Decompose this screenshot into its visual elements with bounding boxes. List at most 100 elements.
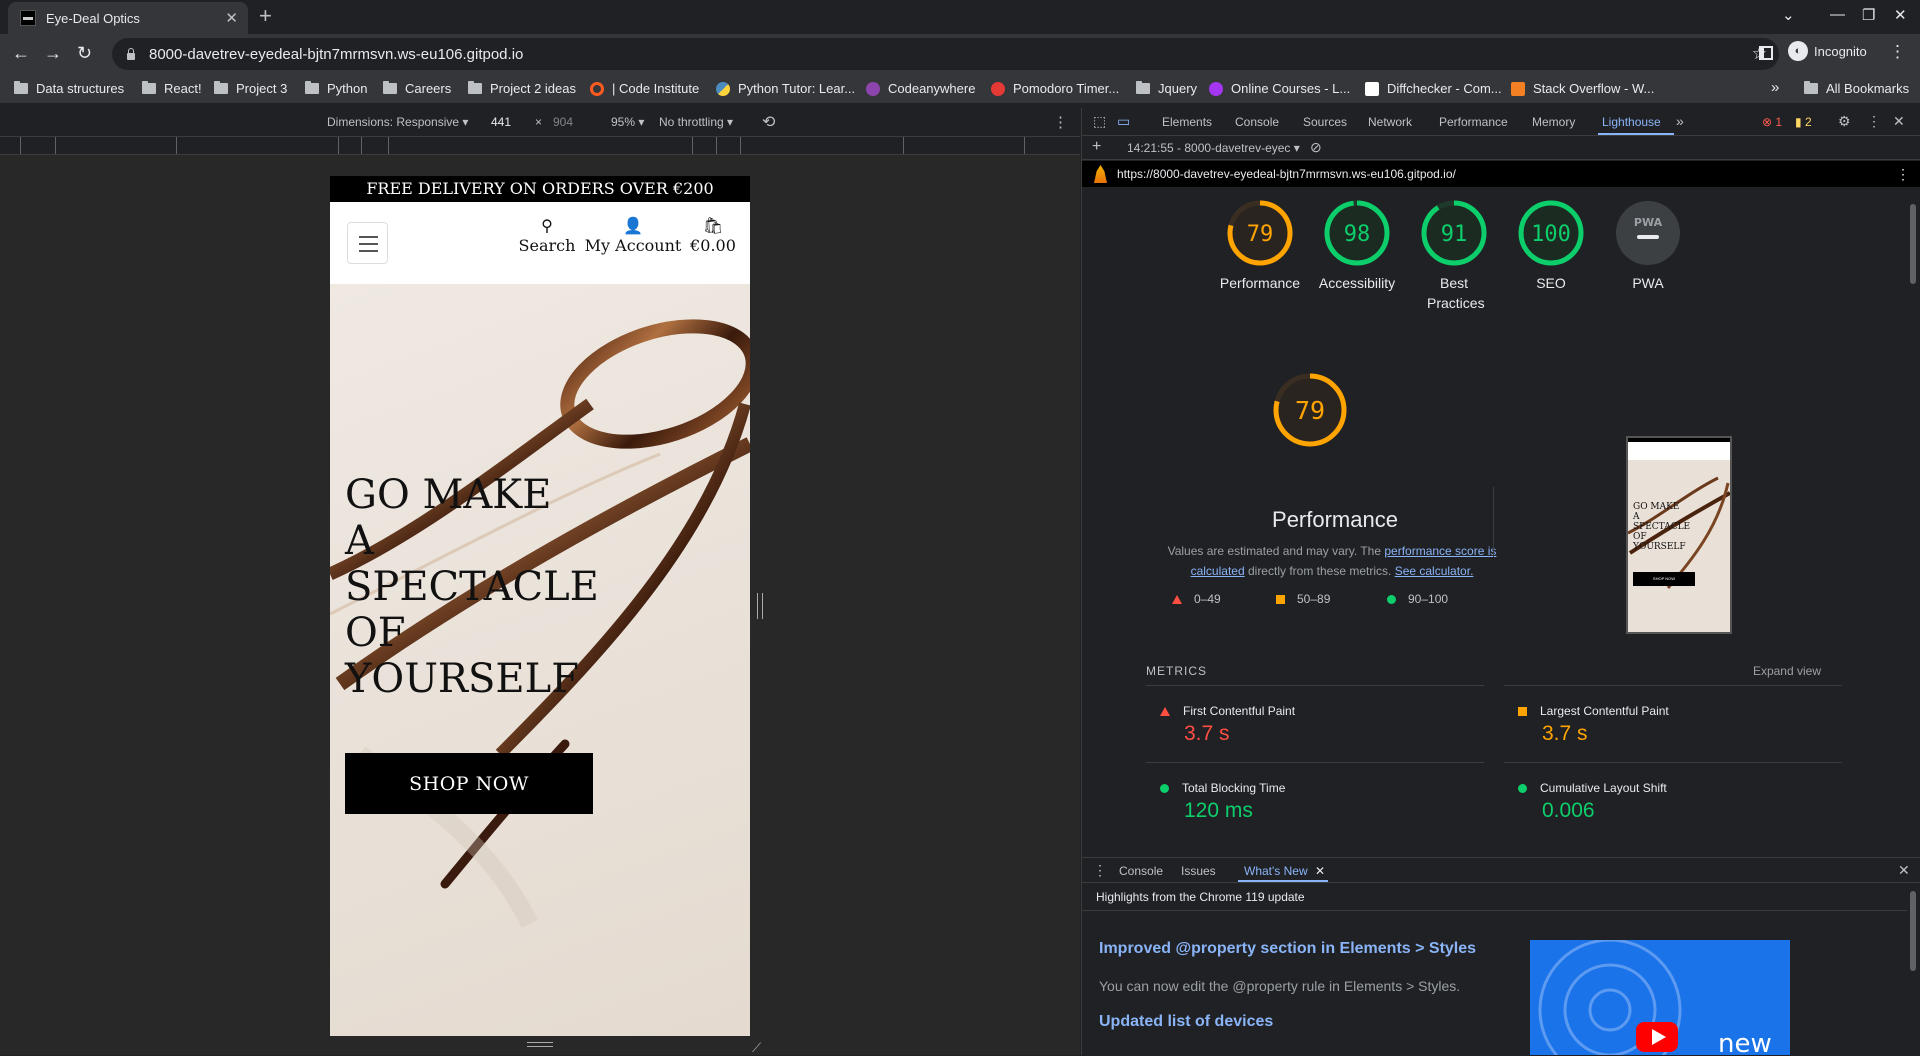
bookmark-online-courses[interactable]: Online Courses - L... (1209, 81, 1350, 96)
codeanywhere-icon (866, 81, 880, 96)
new-tab-button[interactable]: + (259, 5, 272, 27)
tab-lighthouse[interactable]: Lighthouse (1602, 115, 1661, 129)
bookmark-data-structures[interactable]: Data structures (14, 81, 124, 96)
restore-icon[interactable]: ❐ (1862, 6, 1875, 24)
bookmarks-overflow-button[interactable]: » (1771, 79, 1779, 96)
bookmark-python[interactable]: Python (305, 81, 367, 96)
tab-performance[interactable]: Performance (1439, 115, 1508, 129)
tab-elements[interactable]: Elements (1162, 115, 1212, 129)
menu-toggle-button[interactable] (347, 222, 388, 264)
close-whats-new-icon[interactable]: ✕ (1315, 864, 1325, 878)
shop-now-button[interactable]: SHOP NOW (345, 753, 593, 814)
tab-search-chevron-icon[interactable]: ⌄ (1782, 6, 1795, 24)
minimize-icon[interactable]: — (1830, 6, 1845, 23)
close-devtools-icon[interactable]: ✕ (1893, 113, 1905, 130)
metric-label: Cumulative Layout Shift (1540, 781, 1667, 795)
throttling-select[interactable]: No throttling ▾ (659, 115, 733, 129)
bookmark-careers[interactable]: Careers (383, 81, 451, 96)
more-tabs-icon[interactable]: » (1676, 113, 1684, 129)
inspect-element-icon[interactable]: ⬚ (1093, 113, 1106, 130)
metric-label: First Contentful Paint (1183, 704, 1296, 718)
error-count-badge[interactable]: ⊗ 1 (1762, 115, 1782, 129)
report-selector[interactable]: 14:21:55 - 8000-davetrev-eyec ▾ (1127, 141, 1300, 155)
bookmark-pomodoro[interactable]: Pomodoro Timer... (991, 81, 1119, 96)
bookmark-jquery[interactable]: Jquery (1136, 81, 1197, 96)
bookmark-react[interactable]: React! (142, 81, 202, 96)
address-url[interactable]: 8000-davetrev-eyedeal-bjtn7mrmsvn.ws-eu1… (149, 46, 523, 63)
drawer-menu-icon[interactable]: ⋮ (1093, 862, 1107, 879)
incognito-profile[interactable]: ◐ Incognito (1788, 41, 1867, 61)
viewport-resize-handle-bottom[interactable] (527, 1042, 553, 1047)
hamburger-icon (359, 236, 378, 238)
side-panel-icon[interactable] (1759, 46, 1773, 60)
metric-label: Total Blocking Time (1182, 781, 1286, 795)
device-toggle-icon[interactable]: ▭ (1117, 113, 1130, 130)
device-toolbar: Dimensions: Responsive ▾ 441 × 904 95% ▾… (0, 108, 1080, 136)
devtools-menu-icon[interactable]: ⋮ (1867, 113, 1881, 130)
gauge-seo[interactable]: 100 SEO (1502, 199, 1600, 293)
drawer-scrollbar[interactable] (1909, 886, 1917, 1055)
expand-view-toggle[interactable]: Expand view (1753, 664, 1821, 678)
my-account-link[interactable]: 👤 My Account (583, 216, 683, 255)
bookmark-python-tutor[interactable]: Python Tutor: Lear... (716, 81, 855, 96)
all-bookmarks[interactable]: All Bookmarks (1804, 81, 1909, 96)
media-query-bar[interactable] (0, 136, 1080, 155)
performance-title: Performance (1272, 507, 1398, 532)
bag-link[interactable]: 🛍 €0.00 (688, 216, 738, 255)
back-icon[interactable]: ← (12, 42, 30, 64)
search-label: Search (518, 236, 576, 255)
whats-new-item-title[interactable]: Improved @property section in Elements >… (1099, 940, 1476, 958)
gauge-label: PWA (1632, 275, 1664, 291)
folder-icon (142, 81, 156, 94)
final-screenshot-thumbnail[interactable]: GO MAKE A SPECTACLE OF YOURSELF SHOP NOW (1626, 436, 1732, 634)
browser-tab[interactable]: Eye-Deal Optics ✕ (8, 2, 248, 34)
viewport-resize-corner-icon[interactable]: ⟋ (752, 1040, 761, 1056)
width-input[interactable]: 441 (491, 115, 511, 129)
close-tab-icon[interactable]: ✕ (225, 9, 238, 27)
height-input[interactable]: 904 (553, 115, 573, 129)
address-bar[interactable]: 8000-davetrev-eyedeal-bjtn7mrmsvn.ws-eu1… (112, 38, 1779, 70)
gauge-accessibility[interactable]: 98 Accessibility (1308, 199, 1406, 293)
forward-icon[interactable]: → (44, 42, 62, 64)
gauge-performance[interactable]: 79 Performance (1211, 199, 1309, 293)
bookmark-label: Codeanywhere (888, 81, 976, 96)
tab-sources[interactable]: Sources (1303, 115, 1347, 129)
whats-new-item-title[interactable]: Updated list of devices (1099, 1013, 1273, 1031)
pwa-badge-icon: PWA (1616, 201, 1680, 265)
search-link[interactable]: ⚲ Search (517, 216, 577, 255)
drawer-tab-console[interactable]: Console (1119, 864, 1163, 878)
whats-new-video-thumbnail[interactable]: new (1530, 940, 1790, 1055)
metrics-header: METRICS (1146, 664, 1207, 678)
bookmark-project-3[interactable]: Project 3 (214, 81, 287, 96)
drawer-tab-whats-new[interactable]: What's New ✕ (1244, 864, 1325, 878)
reload-icon[interactable]: ↻ (77, 42, 92, 64)
gauge-pwa[interactable]: PWA PWA (1599, 199, 1697, 293)
see-calculator-link[interactable]: See calculator. (1395, 564, 1474, 578)
browser-menu-icon[interactable]: ⋮ (1889, 42, 1906, 62)
drawer-tab-issues[interactable]: Issues (1181, 864, 1216, 878)
tab-memory[interactable]: Memory (1532, 115, 1575, 129)
report-scrollbar[interactable] (1909, 190, 1917, 850)
close-window-icon[interactable]: ✕ (1894, 6, 1907, 24)
dimensions-select[interactable]: Dimensions: Responsive ▾ (327, 115, 468, 129)
clear-reports-icon[interactable]: ⊘ (1310, 139, 1322, 156)
gauge-label: Accessibility (1318, 275, 1396, 291)
close-drawer-icon[interactable]: ✕ (1898, 862, 1910, 879)
warning-count-badge[interactable]: ▮ 2 (1795, 115, 1812, 129)
bookmark-project-2-ideas[interactable]: Project 2 ideas (468, 81, 576, 96)
bookmark-diffchecker[interactable]: Diffchecker - Com... (1365, 81, 1502, 96)
tab-network[interactable]: Network (1368, 115, 1412, 129)
bookmark-code-institute[interactable]: | Code Institute (590, 81, 699, 96)
zoom-select[interactable]: 95% ▾ (611, 115, 644, 129)
new-report-icon[interactable]: + (1092, 138, 1101, 156)
settings-gear-icon[interactable]: ⚙ (1838, 113, 1851, 130)
gauge-best-practices[interactable]: 91 Best Practices (1405, 199, 1503, 313)
tab-console[interactable]: Console (1235, 115, 1279, 129)
viewport-resize-handle[interactable] (757, 593, 763, 619)
bookmark-codeanywhere[interactable]: Codeanywhere (866, 81, 975, 96)
lighthouse-toolbar: + 14:21:55 - 8000-davetrev-eyec ▾ ⊘ (1082, 136, 1920, 160)
bookmark-stack-overflow[interactable]: Stack Overflow - W... (1511, 81, 1654, 96)
report-menu-icon[interactable]: ⋮ (1896, 166, 1910, 183)
device-toolbar-menu-icon[interactable]: ⋮ (1053, 113, 1068, 131)
rotate-icon[interactable]: ⟲ (762, 112, 775, 132)
